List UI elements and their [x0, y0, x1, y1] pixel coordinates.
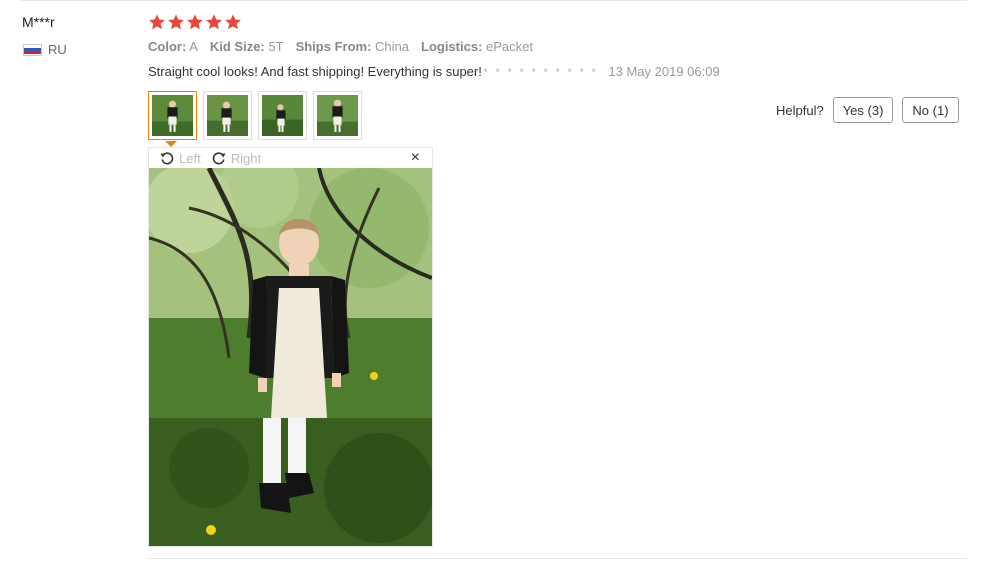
review-feedback: Straight cool looks! And fast shipping! … [148, 64, 720, 79]
review-text: Straight cool looks! And fast shipping! … [148, 64, 482, 79]
close-viewer-button[interactable]: × [411, 149, 420, 167]
photo-thumbnails [148, 91, 362, 147]
helpful-no-button[interactable]: No (1) [902, 97, 959, 123]
rotate-right-icon [212, 152, 226, 165]
photo-viewer: Left Right × [148, 147, 433, 547]
star-rating [148, 13, 242, 31]
star-icon [206, 14, 222, 30]
attribute-kid-size: Kid Size: 5T [209, 39, 284, 54]
rotate-left-icon [160, 152, 174, 165]
product-attributes: Color: A Kid Size: 5T Ships From: China … [148, 39, 533, 54]
bottom-divider [148, 558, 967, 559]
rotate-left-button[interactable]: Left [159, 150, 201, 166]
masked-text: * * * * * * * * * * [483, 66, 599, 77]
star-icon [149, 14, 165, 30]
viewer-toolbar: Left Right × [149, 148, 432, 168]
russia-flag-icon [23, 43, 42, 56]
star-icon [168, 14, 184, 30]
photo-thumbnail[interactable] [258, 91, 307, 140]
helpful-yes-button[interactable]: Yes (3) [832, 97, 894, 123]
star-icon [225, 14, 241, 30]
photo-thumbnail[interactable] [148, 91, 197, 147]
review-photo-image [149, 168, 432, 546]
rotate-right-button[interactable]: Right [211, 150, 261, 166]
rotate-right-label: Right [230, 150, 262, 166]
rotate-left-label: Left [179, 150, 201, 166]
reviewer-name: M***r [22, 14, 55, 30]
attribute-color: Color: A [148, 39, 198, 54]
review-date: 13 May 2019 06:09 [608, 64, 720, 79]
country-code: RU [48, 42, 67, 57]
review-photo-large [149, 168, 432, 546]
photo-thumbnail[interactable] [313, 91, 362, 140]
attribute-ships-from: Ships From: China [295, 39, 409, 54]
attribute-logistics: Logistics: ePacket [421, 39, 534, 54]
photo-thumbnail[interactable] [203, 91, 252, 140]
reviewer-country: RU [23, 42, 67, 57]
helpful-vote: Helpful? Yes (3) No (1) [776, 97, 959, 123]
top-divider [20, 0, 967, 1]
star-icon [187, 14, 203, 30]
helpful-label: Helpful? [776, 102, 824, 118]
